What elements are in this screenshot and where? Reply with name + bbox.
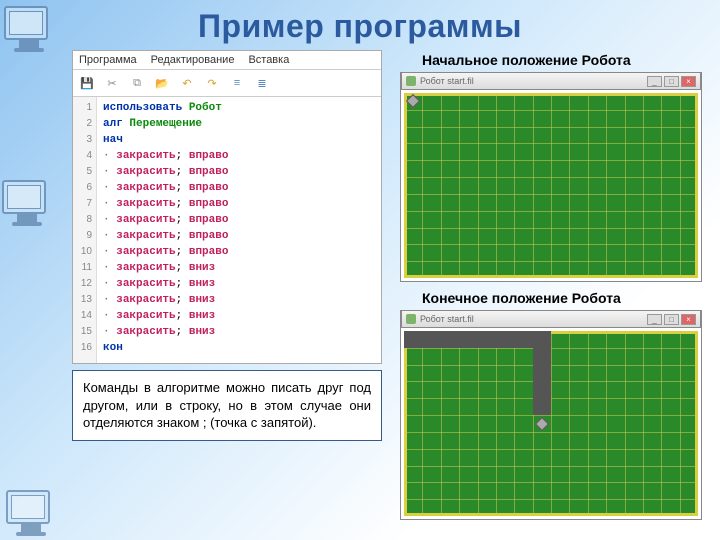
editor-toolbar: 💾 ✂ ⧉ 📂 ↶ ↷ ≡ ≣ [73, 70, 381, 97]
undo-icon[interactable]: ↶ [177, 73, 197, 93]
open-icon[interactable]: 📂 [152, 73, 172, 93]
menu-edit[interactable]: Редактирование [151, 54, 235, 66]
minimize-icon[interactable]: _ [647, 314, 662, 325]
maximize-icon[interactable]: □ [664, 76, 679, 87]
line-gutter: 12345678910111213141516 [73, 97, 97, 363]
robot-field-initial [404, 93, 698, 278]
robot-field-final [404, 331, 698, 516]
slide-title: Пример программы [0, 0, 720, 45]
editor-menu: Программа Редактирование Вставка [73, 51, 381, 70]
outdent-icon[interactable]: ≣ [252, 73, 272, 93]
caption-initial: Начальное положение Робота [422, 52, 702, 68]
robot-titlebar: Робот start.fil _ □ × [401, 72, 701, 90]
close-icon[interactable]: × [681, 76, 696, 87]
indent-icon[interactable]: ≡ [227, 73, 247, 93]
caption-final: Конечное положение Робота [422, 290, 702, 306]
deco-monitor-icon [2, 180, 52, 230]
robot-window-initial: Робот start.fil _ □ × [400, 72, 702, 282]
deco-monitor-icon [6, 490, 56, 540]
app-icon [406, 76, 416, 86]
redo-icon[interactable]: ↷ [202, 73, 222, 93]
robot-window-final: Робот start.fil _ □ × [400, 310, 702, 520]
minimize-icon[interactable]: _ [647, 76, 662, 87]
save-icon[interactable]: 💾 [77, 73, 97, 93]
menu-program[interactable]: Программа [79, 54, 137, 66]
window-title: Робот start.fil [420, 314, 474, 324]
menu-insert[interactable]: Вставка [248, 54, 289, 66]
explanation-box: Команды в алгоритме можно писать друг по… [72, 370, 382, 441]
window-title: Робот start.fil [420, 76, 474, 86]
code-editor: Программа Редактирование Вставка 💾 ✂ ⧉ 📂… [72, 50, 382, 364]
robot-titlebar: Робот start.fil _ □ × [401, 310, 701, 328]
cut-icon[interactable]: ✂ [102, 73, 122, 93]
code-body: использовать Роботалг Перемещениенач· за… [97, 97, 381, 363]
copy-icon[interactable]: ⧉ [127, 73, 147, 93]
app-icon [406, 314, 416, 324]
deco-monitor-icon [4, 6, 54, 56]
close-icon[interactable]: × [681, 314, 696, 325]
maximize-icon[interactable]: □ [664, 314, 679, 325]
